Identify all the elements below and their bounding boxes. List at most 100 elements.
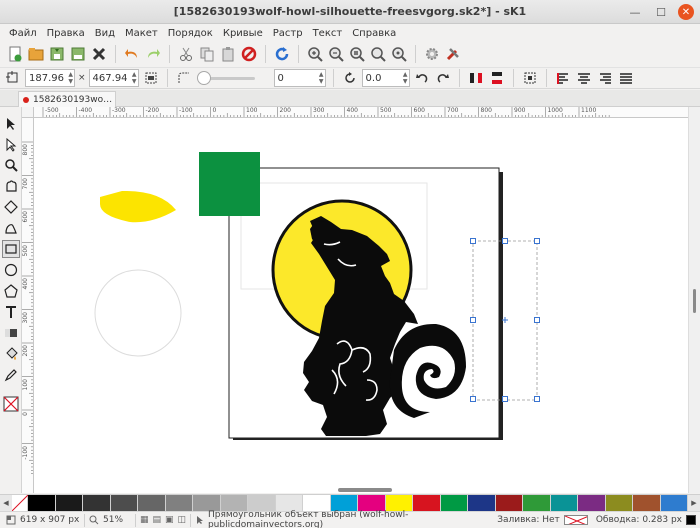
snap-objects-icon[interactable]: ▣ (165, 515, 174, 525)
palette-swatch[interactable] (523, 495, 551, 511)
slider-knob[interactable] (196, 70, 211, 85)
palette-swatch[interactable] (495, 495, 523, 511)
copy-button[interactable] (198, 45, 216, 63)
palette-swatch[interactable] (165, 495, 193, 511)
vertical-ruler[interactable]: 800 700 600 500 400 300 200 100 0 -100 (22, 118, 34, 493)
spin-arrows-icon[interactable]: ▲ ▼ (132, 71, 137, 85)
save-button[interactable] (48, 45, 66, 63)
vertical-scrollbar[interactable] (688, 107, 700, 493)
paste-button[interactable] (219, 45, 237, 63)
zoom-out-button[interactable] (327, 45, 345, 63)
menu-bitmaps[interactable]: Растр (268, 28, 308, 39)
scale-stroke-button[interactable] (521, 69, 539, 87)
no-color-swatch[interactable] (11, 494, 29, 512)
polygon-tool[interactable] (2, 282, 20, 300)
close-document-button[interactable] (90, 45, 108, 63)
keep-ratio-button[interactable] (142, 69, 160, 87)
palette-swatch[interactable] (578, 495, 606, 511)
yellow-shape[interactable] (100, 190, 176, 223)
palette-swatch[interactable] (275, 495, 303, 511)
palette-swatch[interactable] (633, 495, 661, 511)
spin-arrows-icon[interactable]: ▲ ▼ (319, 71, 324, 85)
minimize-button[interactable]: — (626, 3, 644, 21)
selection-handle-ml[interactable] (470, 317, 476, 323)
snap-page-icon[interactable]: ◫ (178, 515, 187, 525)
palette-swatch[interactable] (660, 495, 688, 511)
fill-swatch-none-icon[interactable] (563, 515, 588, 525)
select-tool[interactable] (2, 115, 20, 133)
menu-layout[interactable]: Макет (120, 28, 163, 39)
empty-circle[interactable] (94, 269, 182, 357)
corner-radius-slider[interactable] (196, 70, 255, 85)
rotate-right-button[interactable] (434, 69, 452, 87)
stroke-tool[interactable] (2, 366, 20, 384)
selection-handle-tl[interactable] (470, 238, 476, 244)
fill-tool[interactable] (2, 345, 20, 363)
align-justify-button[interactable] (617, 69, 635, 87)
selection-handle-bl[interactable] (470, 396, 476, 402)
drawing-canvas[interactable] (34, 118, 688, 493)
cut-button[interactable] (177, 45, 195, 63)
zoom-100-button[interactable] (390, 45, 408, 63)
maximize-button[interactable]: ☐ (652, 3, 670, 21)
gradient-tool[interactable] (2, 324, 20, 342)
stroke-swatch-icon[interactable] (686, 515, 696, 525)
properties-button[interactable] (444, 45, 462, 63)
palette-swatch[interactable] (440, 495, 468, 511)
palette-swatch[interactable] (605, 495, 633, 511)
selection-handle-br[interactable] (534, 396, 540, 402)
menu-arrange[interactable]: Порядок (163, 28, 218, 39)
bezier-tool[interactable] (2, 198, 20, 216)
node-tool[interactable] (2, 136, 20, 154)
green-square[interactable] (199, 152, 260, 216)
palette-swatch[interactable] (220, 495, 248, 511)
palette-swatch[interactable] (248, 495, 276, 511)
palette-swatch[interactable] (385, 495, 413, 511)
zoom-selected-button[interactable] (369, 45, 387, 63)
menu-curves[interactable]: Кривые (218, 28, 268, 39)
palette-scroll-right-icon[interactable]: ▶ (688, 495, 700, 511)
menu-view[interactable]: Вид (90, 28, 120, 39)
rectangle-tool[interactable] (2, 240, 20, 258)
preferences-button[interactable] (423, 45, 441, 63)
palette-swatch[interactable] (110, 495, 138, 511)
save-as-button[interactable] (69, 45, 87, 63)
palette-swatch[interactable] (83, 495, 111, 511)
spin-arrows-icon[interactable]: ▲ ▼ (68, 71, 73, 85)
horizontal-scrollbar[interactable] (22, 487, 688, 494)
zoom-tool[interactable] (2, 156, 20, 174)
undo-button[interactable] (123, 45, 141, 63)
close-button[interactable]: ✕ (678, 4, 694, 20)
selection-handle-mr[interactable] (534, 317, 540, 323)
horizontal-scroll-thumb[interactable] (338, 488, 392, 492)
palette-swatch[interactable] (550, 495, 578, 511)
vertical-scroll-thumb[interactable] (693, 289, 696, 313)
palette-swatch[interactable] (28, 495, 56, 511)
palette-scroll-left-icon[interactable]: ◀ (0, 495, 12, 511)
mirror-horizontal-button[interactable] (467, 69, 485, 87)
polyline-tool[interactable] (2, 219, 20, 237)
horizontal-ruler[interactable]: -500 -400 -300 -200 -100 0 100 200 300 400 500 600 7… (34, 107, 688, 118)
redo-button[interactable] (144, 45, 162, 63)
fleur-tool[interactable] (2, 177, 20, 195)
refresh-button[interactable] (273, 45, 291, 63)
palette-swatch[interactable] (413, 495, 441, 511)
align-center-button[interactable] (575, 69, 593, 87)
ellipse-tool[interactable] (2, 261, 20, 279)
align-right-button[interactable] (596, 69, 614, 87)
menu-help[interactable]: Справка (347, 28, 401, 39)
x-position-field[interactable]: 187.96 ▲ ▼ (25, 69, 75, 87)
palette-swatch[interactable] (138, 495, 166, 511)
selection-handle-tr[interactable] (534, 238, 540, 244)
text-tool[interactable] (2, 303, 20, 321)
menu-edit[interactable]: Правка (42, 28, 90, 39)
mirror-vertical-button[interactable] (488, 69, 506, 87)
palette-swatch[interactable] (358, 495, 386, 511)
new-document-button[interactable] (6, 45, 24, 63)
rotate-left-button[interactable] (413, 69, 431, 87)
palette-swatch[interactable] (303, 495, 331, 511)
palette-swatch[interactable] (468, 495, 496, 511)
menu-text[interactable]: Текст (308, 28, 348, 39)
palette-swatch[interactable] (330, 495, 358, 511)
align-left-button[interactable] (554, 69, 572, 87)
